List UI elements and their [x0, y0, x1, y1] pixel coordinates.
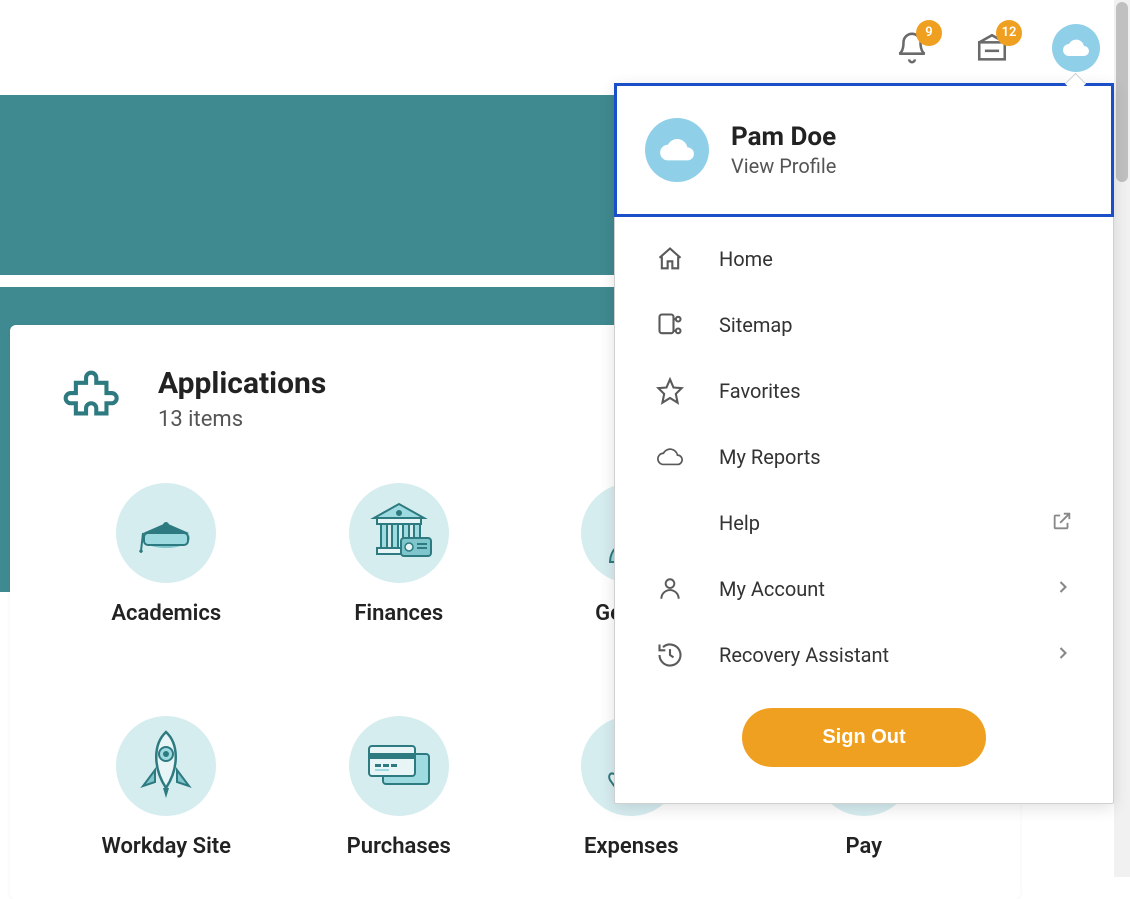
- person-icon: [655, 574, 685, 604]
- profile-menu: Pam Doe View Profile Home Sitemap Favori…: [614, 83, 1114, 804]
- app-label: Academics: [111, 601, 221, 626]
- applications-title: Applications: [158, 366, 326, 401]
- app-label: Pay: [845, 834, 882, 859]
- app-icon-bg: [116, 483, 216, 583]
- app-academics[interactable]: Academics: [111, 483, 221, 626]
- profile-menu-list: Home Sitemap Favorites My Reports Help: [615, 216, 1113, 803]
- profile-view-label: View Profile: [731, 154, 836, 178]
- inbox-badge: 12: [996, 20, 1022, 46]
- profile-avatar: [645, 118, 709, 182]
- app-workday-site[interactable]: Workday Site: [101, 716, 231, 859]
- menu-label: Favorites: [719, 379, 1073, 403]
- star-icon: [655, 376, 685, 406]
- topbar: 9 12: [0, 0, 1130, 95]
- app-icon-bg: [116, 716, 216, 816]
- menu-label: Recovery Assistant: [719, 643, 1019, 667]
- menu-label: Home: [719, 247, 1073, 271]
- app-icon-bg: [349, 483, 449, 583]
- menu-item-sitemap[interactable]: Sitemap: [615, 292, 1113, 358]
- applications-count: 13 items: [158, 407, 326, 432]
- profile-avatar-button[interactable]: [1052, 24, 1100, 72]
- scrollbar-track[interactable]: [1114, 0, 1130, 877]
- menu-item-recovery-assistant[interactable]: Recovery Assistant: [615, 622, 1113, 688]
- app-label: Workday Site: [101, 834, 231, 859]
- cloud-icon: [1061, 38, 1091, 58]
- profile-name: Pam Doe: [731, 122, 836, 152]
- cloud-icon: [657, 137, 697, 163]
- notifications-button[interactable]: 9: [892, 28, 932, 68]
- app-label: Expenses: [584, 834, 679, 859]
- menu-item-home[interactable]: Home: [615, 226, 1113, 292]
- app-icon-bg: [349, 716, 449, 816]
- credit-cards-icon: [359, 736, 439, 796]
- sitemap-icon: [655, 310, 685, 340]
- menu-item-my-reports[interactable]: My Reports: [615, 424, 1113, 490]
- menu-label: Sitemap: [719, 313, 1073, 337]
- app-label: Purchases: [347, 834, 451, 859]
- puzzle-icon: [60, 365, 128, 433]
- cloud-icon: [655, 442, 685, 472]
- menu-label: Help: [719, 511, 1017, 535]
- menu-label: My Account: [719, 577, 1019, 601]
- sign-out-button[interactable]: Sign Out: [742, 708, 985, 767]
- app-finances[interactable]: Finances: [349, 483, 449, 626]
- inbox-button[interactable]: 12: [972, 28, 1012, 68]
- history-icon: [655, 640, 685, 670]
- menu-item-help[interactable]: Help: [615, 490, 1113, 556]
- view-profile-link[interactable]: Pam Doe View Profile: [614, 83, 1114, 217]
- chevron-right-icon: [1053, 643, 1073, 668]
- bank-icon: [359, 498, 439, 568]
- home-icon: [655, 244, 685, 274]
- scrollbar-thumb[interactable]: [1116, 2, 1128, 182]
- sign-out-wrap: Sign Out: [615, 688, 1113, 773]
- graduation-cap-icon: [131, 503, 201, 563]
- blank-icon: [655, 508, 685, 538]
- app-label: Finances: [354, 601, 443, 626]
- menu-label: My Reports: [719, 445, 1073, 469]
- notifications-badge: 9: [916, 20, 942, 46]
- rocket-icon: [131, 726, 201, 806]
- menu-item-favorites[interactable]: Favorites: [615, 358, 1113, 424]
- chevron-right-icon: [1053, 577, 1073, 602]
- app-purchases[interactable]: Purchases: [347, 716, 451, 859]
- menu-item-my-account[interactable]: My Account: [615, 556, 1113, 622]
- external-link-icon: [1051, 510, 1073, 537]
